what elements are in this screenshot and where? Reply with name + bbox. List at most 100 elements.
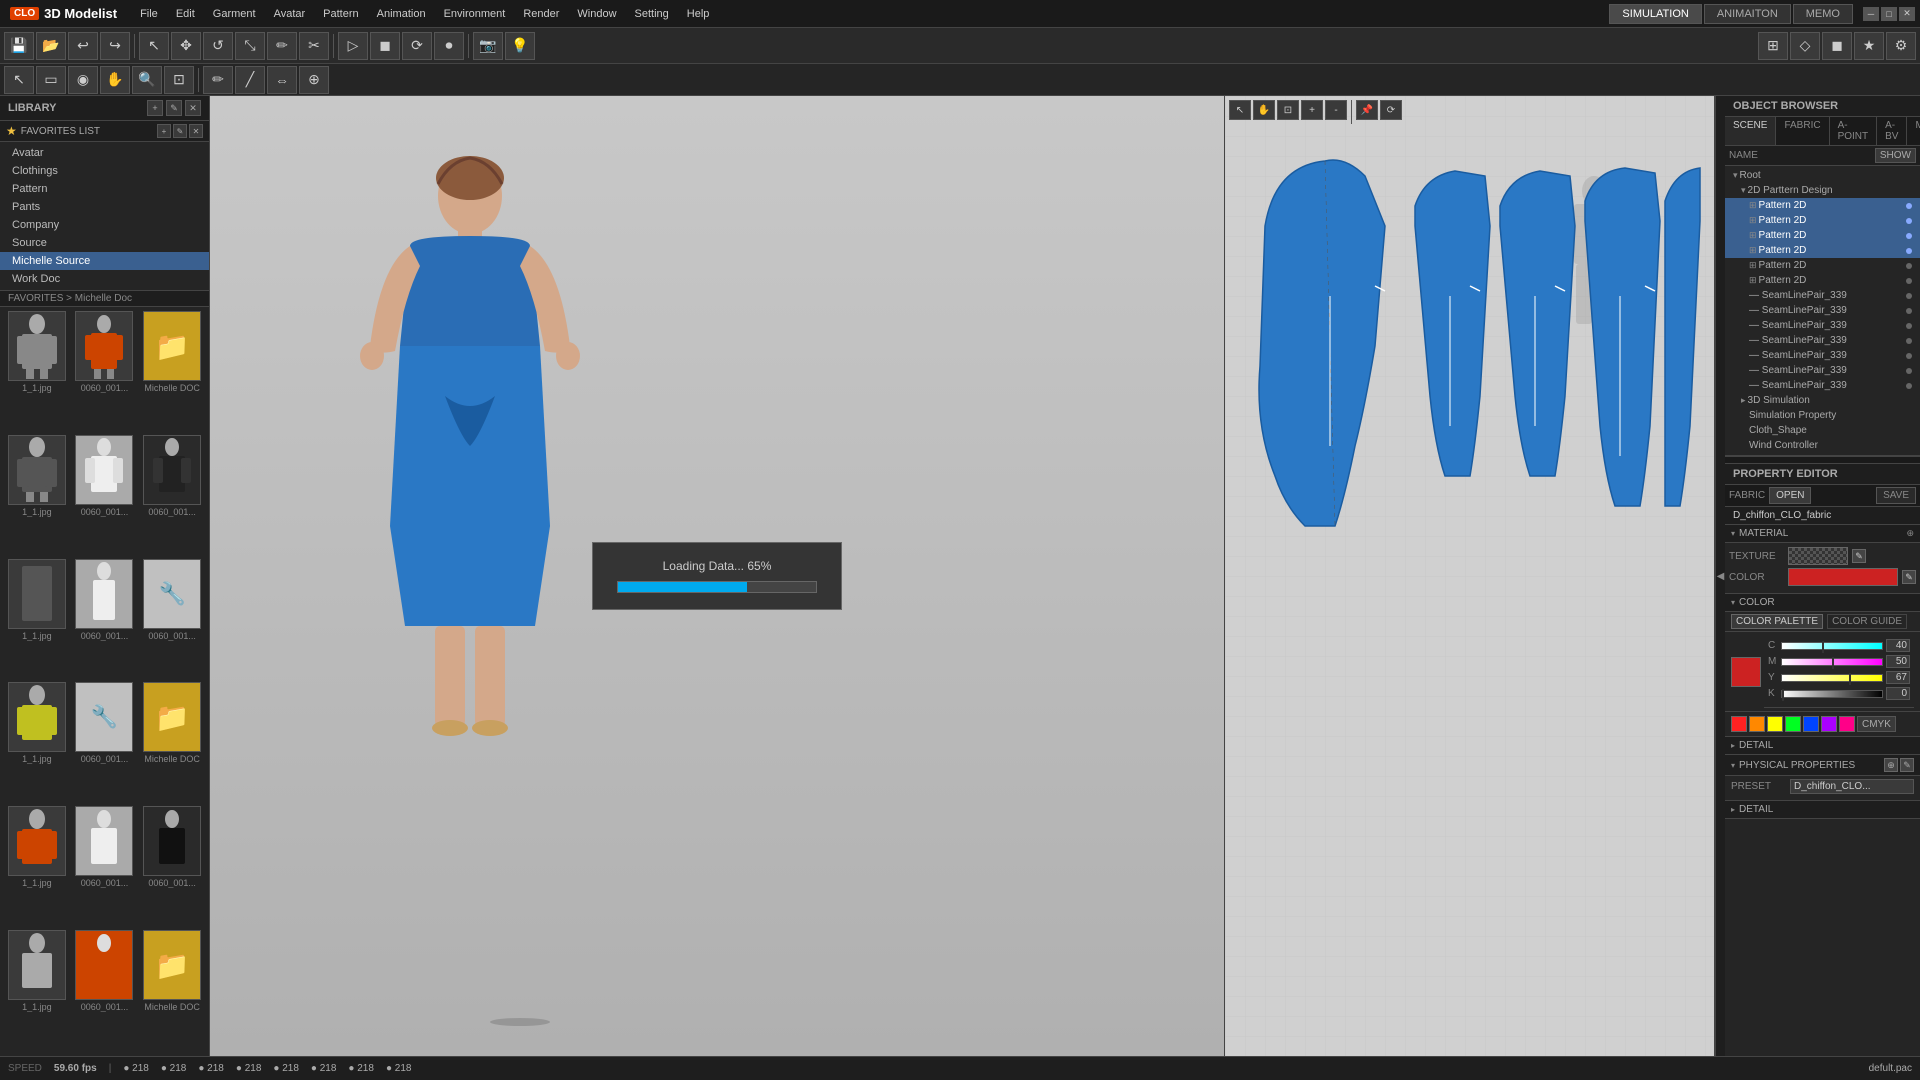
thumb-item[interactable]: 1_1.jpg (4, 682, 70, 804)
toolbar-light-btn[interactable]: 💡 (505, 32, 535, 60)
menu-file[interactable]: File (132, 5, 166, 23)
tree-pattern2d-2[interactable]: ⊞ Pattern 2D (1725, 213, 1920, 228)
cmyk-m-slider[interactable] (1781, 658, 1883, 666)
prop-open-btn[interactable]: OPEN (1769, 487, 1811, 504)
detail-section-header[interactable]: ▸ DETAIL (1725, 737, 1920, 755)
prop-save-btn[interactable]: SAVE (1876, 487, 1916, 504)
palette-yellow[interactable] (1767, 716, 1783, 732)
toolbar2-merge-btn[interactable]: ⊕ (299, 66, 329, 94)
toolbar-solid-btn[interactable]: ◼ (1822, 32, 1852, 60)
tree-wind-controller[interactable]: Wind Controller (1725, 438, 1920, 453)
pattern-viewport[interactable]: ↖ ✋ ⊡ + - 📌 ⟳ (1225, 96, 1715, 1056)
palette-pink[interactable] (1839, 716, 1855, 732)
tree-seam-1[interactable]: — SeamLinePair_339 (1725, 288, 1920, 303)
toolbar-reset-btn[interactable]: ⟳ (402, 32, 432, 60)
toolbar-open-btn[interactable]: 📂 (36, 32, 66, 60)
toolbar-wire-btn[interactable]: ◇ (1790, 32, 1820, 60)
tree-seam-6[interactable]: — SeamLinePair_339 (1725, 363, 1920, 378)
color-guide-tab[interactable]: COLOR GUIDE (1827, 614, 1907, 629)
menu-environment[interactable]: Environment (436, 5, 514, 23)
thumb-item[interactable]: 1_1.jpg (4, 435, 70, 557)
thumb-item[interactable]: 1_1.jpg (4, 806, 70, 928)
menu-help[interactable]: Help (679, 5, 718, 23)
menu-animation[interactable]: Animation (369, 5, 434, 23)
cmyk-c-slider[interactable] (1781, 642, 1883, 650)
obj-tab-apoint[interactable]: A-POINT (1830, 117, 1878, 145)
toolbar2-view-btn[interactable]: ◉ (68, 66, 98, 94)
thumb-item[interactable]: 0060_001... (72, 311, 138, 433)
toolbar2-line-btn[interactable]: ╱ (235, 66, 265, 94)
menu-setting[interactable]: Setting (627, 5, 677, 23)
pv-reset-btn[interactable]: ⟳ (1380, 100, 1402, 120)
toolbar-scale-btn[interactable]: ⤡ (235, 32, 265, 60)
lib-icon-add[interactable]: + (147, 100, 163, 116)
thumb-item[interactable]: 🔧 0060_001... (72, 682, 138, 804)
material-section-header[interactable]: ▾ MATERIAL ⊕ (1725, 525, 1920, 543)
nav-michelle-source[interactable]: Michelle Source (0, 252, 209, 270)
panel-resize-handle[interactable] (1725, 456, 1920, 464)
toolbar-undo-btn[interactable]: ↩ (68, 32, 98, 60)
menu-garment[interactable]: Garment (205, 5, 264, 23)
minimize-button[interactable]: ─ (1863, 7, 1879, 21)
toolbar-stop-btn[interactable]: ◼ (370, 32, 400, 60)
toolbar-record-btn[interactable]: ⏺ (434, 32, 464, 60)
toolbar-redo-btn[interactable]: ↪ (100, 32, 130, 60)
menu-pattern[interactable]: Pattern (315, 5, 366, 23)
phys-icon2[interactable]: ✎ (1900, 758, 1914, 772)
color-section-header[interactable]: ▾ COLOR (1725, 594, 1920, 612)
obj-tab-abv[interactable]: A-BV (1877, 117, 1907, 145)
tree-root[interactable]: ▾ Root (1725, 168, 1920, 183)
tree-seam-5[interactable]: — SeamLinePair_339 (1725, 348, 1920, 363)
pv-select-btn[interactable]: ↖ (1229, 100, 1251, 120)
detail2-section-header[interactable]: ▸ DETAIL (1725, 801, 1920, 819)
nav-pattern[interactable]: Pattern (0, 180, 209, 198)
palette-green[interactable] (1785, 716, 1801, 732)
toolbar2-select-btn[interactable]: ↖ (4, 66, 34, 94)
thumb-item[interactable]: 🔧 0060_001... (139, 559, 205, 681)
lib-icon-edit[interactable]: ✎ (166, 100, 182, 116)
thumb-item[interactable]: 0060_001... (72, 930, 138, 1052)
thumb-item[interactable]: 0060_001... (72, 806, 138, 928)
thumb-item[interactable]: 0060_001... (139, 806, 205, 928)
toolbar2-fit-btn[interactable]: ⊡ (164, 66, 194, 94)
fav-icon-delete[interactable]: ✕ (189, 124, 203, 138)
tab-memo[interactable]: MEMO (1793, 4, 1853, 24)
tree-pattern2d-6[interactable]: ⊞ Pattern 2D (1725, 273, 1920, 288)
nav-clothings[interactable]: Clothings (0, 162, 209, 180)
toolbar-cut-btn[interactable]: ✂ (299, 32, 329, 60)
nav-company[interactable]: Company (0, 216, 209, 234)
palette-purple[interactable] (1821, 716, 1837, 732)
tree-3d-sim[interactable]: ▸ 3D Simulation (1725, 393, 1920, 408)
nav-pants[interactable]: Pants (0, 198, 209, 216)
thumb-item[interactable]: 📁 Michelle DOC (139, 930, 205, 1052)
cmyk-k-slider[interactable] (1781, 690, 1883, 698)
toolbar-select-btn[interactable]: ↖ (139, 32, 169, 60)
fav-icon-add[interactable]: + (157, 124, 171, 138)
3d-viewport[interactable]: Loading Data... 65% (210, 96, 1225, 1056)
palette-orange[interactable] (1749, 716, 1765, 732)
phys-section-header[interactable]: ▾ PHYSICAL PROPERTIES ⊕ ✎ (1725, 755, 1920, 776)
toolbar2-pen2-btn[interactable]: ✏ (203, 66, 233, 94)
obj-show-btn[interactable]: SHOW (1875, 148, 1916, 163)
thumb-item[interactable]: 1_1.jpg (4, 311, 70, 433)
toolbar2-pan-btn[interactable]: ✋ (100, 66, 130, 94)
toolbar-sim-btn[interactable]: ▷ (338, 32, 368, 60)
toolbar-move-btn[interactable]: ✥ (171, 32, 201, 60)
thumb-item[interactable]: 0060_001... (139, 435, 205, 557)
toolbar-rotate-btn[interactable]: ↺ (203, 32, 233, 60)
color-swatch[interactable] (1788, 568, 1898, 586)
tree-pattern2d-4[interactable]: ⊞ Pattern 2D (1725, 243, 1920, 258)
pv-fit-btn[interactable]: ⊡ (1277, 100, 1299, 120)
texture-swatch[interactable] (1788, 547, 1848, 565)
large-color-swatch[interactable] (1731, 657, 1761, 687)
menu-window[interactable]: Window (569, 5, 624, 23)
nav-avatar[interactable]: Avatar (0, 144, 209, 162)
menu-edit[interactable]: Edit (168, 5, 203, 23)
thumb-item[interactable]: 0060_001... (72, 559, 138, 681)
obj-tab-fabric[interactable]: FABRIC (1776, 117, 1829, 145)
toolbar-render-btn[interactable]: ★ (1854, 32, 1884, 60)
obj-tab-scene[interactable]: SCENE (1725, 117, 1776, 145)
close-button[interactable]: ✕ (1899, 7, 1915, 21)
toolbar2-zoom-btn[interactable]: 🔍 (132, 66, 162, 94)
cmyk-y-slider[interactable] (1781, 674, 1883, 682)
